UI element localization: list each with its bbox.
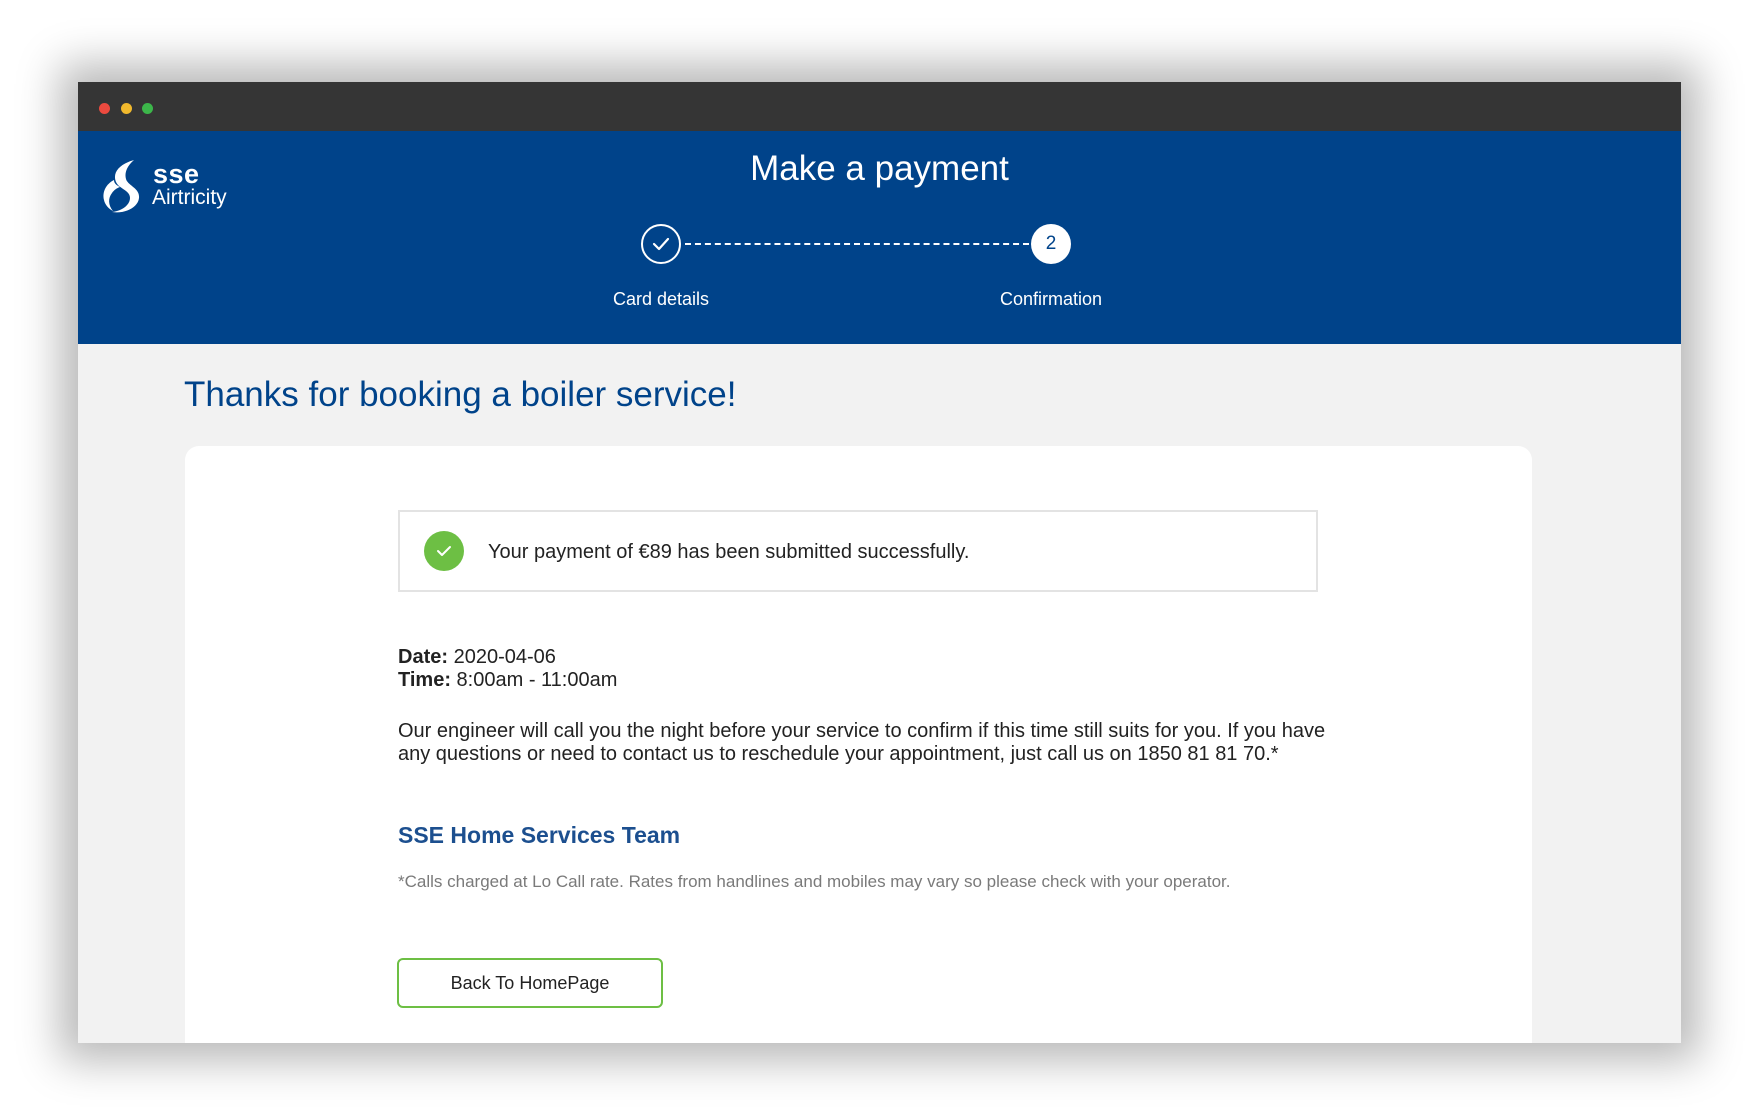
time-value: 8:00am - 11:00am (456, 669, 618, 691)
stepper-connector (685, 243, 1029, 245)
success-message-text: Your payment of €89 has been submitted s… (488, 541, 970, 563)
date-label: Date: (398, 646, 449, 668)
window-minimize-button[interactable] (121, 103, 132, 114)
booking-time: Time: 8:00am - 11:00am (398, 669, 617, 692)
back-to-homepage-button[interactable]: Back To HomePage (397, 958, 663, 1008)
confirmation-card: Your payment of €89 has been submitted s… (185, 446, 1532, 1043)
browser-titlebar (78, 82, 1681, 131)
confirmation-heading: Thanks for booking a boiler service! (184, 375, 737, 414)
page-header: sse Airtricity Make a payment 2 Card det… (78, 131, 1681, 344)
call-rate-footnote: *Calls charged at Lo Call rate. Rates fr… (398, 872, 1231, 891)
check-circle-icon (424, 531, 464, 571)
check-icon (437, 546, 451, 556)
payment-success-alert: Your payment of €89 has been submitted s… (398, 510, 1318, 592)
check-icon (652, 237, 670, 251)
booking-date: Date: 2020-04-06 (398, 646, 556, 669)
window-maximize-button[interactable] (142, 103, 153, 114)
step-card-details-indicator (641, 224, 681, 264)
payment-stepper: 2 Card details Confirmation (78, 131, 1681, 344)
step-confirmation-label: Confirmation (999, 289, 1103, 309)
browser-window: sse Airtricity Make a payment 2 Card det… (78, 82, 1681, 1043)
team-name: SSE Home Services Team (398, 822, 681, 848)
date-value: 2020-04-06 (453, 646, 556, 668)
window-close-button[interactable] (99, 103, 110, 114)
engineer-info-text: Our engineer will call you the night bef… (398, 720, 1326, 765)
time-label: Time: (398, 669, 451, 691)
step-confirmation-indicator: 2 (1031, 224, 1071, 264)
step-card-details-label: Card details (612, 289, 710, 309)
